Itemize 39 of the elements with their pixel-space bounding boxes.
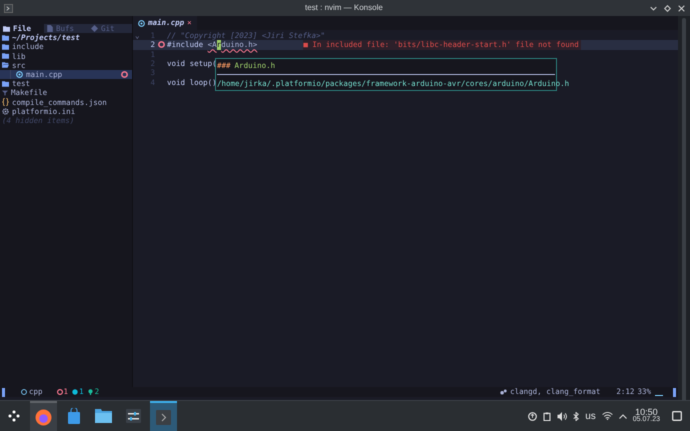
cpp-file-icon [21,389,27,395]
keyboard-layout[interactable]: us [585,408,596,424]
shopping-bag-icon [66,408,80,424]
taskbar-terminal-button[interactable] [150,401,177,431]
cpp-file-icon [138,20,145,26]
maximize-button[interactable] [664,4,671,12]
lightbulb-icon [88,389,93,395]
folder-icon [95,409,112,423]
info-icon [72,389,78,395]
gear-icon [2,108,9,115]
minimize-button[interactable] [650,4,657,12]
terminal-icon [4,4,13,12]
expand-tray-icon[interactable] [618,414,627,418]
wifi-icon[interactable] [602,412,613,420]
show-desktop-icon[interactable] [672,411,682,421]
cpp-file-icon [16,71,23,78]
open-folder-icon [2,62,9,68]
update-icon[interactable] [528,412,538,420]
bluetooth-icon[interactable] [573,412,580,420]
volume-icon[interactable] [557,412,568,420]
mode-indicator [2,388,5,396]
funnel-icon [2,90,8,96]
git-icon [91,25,98,32]
scrollbar[interactable] [678,16,690,400]
close-button[interactable] [678,4,685,12]
mode-indicator [673,388,676,396]
terminal-icon [156,410,171,424]
braces-icon [2,98,9,106]
error-icon [121,71,128,78]
launcher-icon [8,410,20,422]
gears-icon [500,389,508,395]
file-icon [47,25,53,32]
scroll-indicator [655,395,663,396]
taskbar-browser-button[interactable] [30,401,57,431]
browser-icon [35,408,52,426]
clipboard-icon[interactable] [543,412,552,420]
window-title: test : nvim — Konsole [305,2,383,14]
sliders-icon [126,409,141,423]
error-icon [56,389,63,395]
